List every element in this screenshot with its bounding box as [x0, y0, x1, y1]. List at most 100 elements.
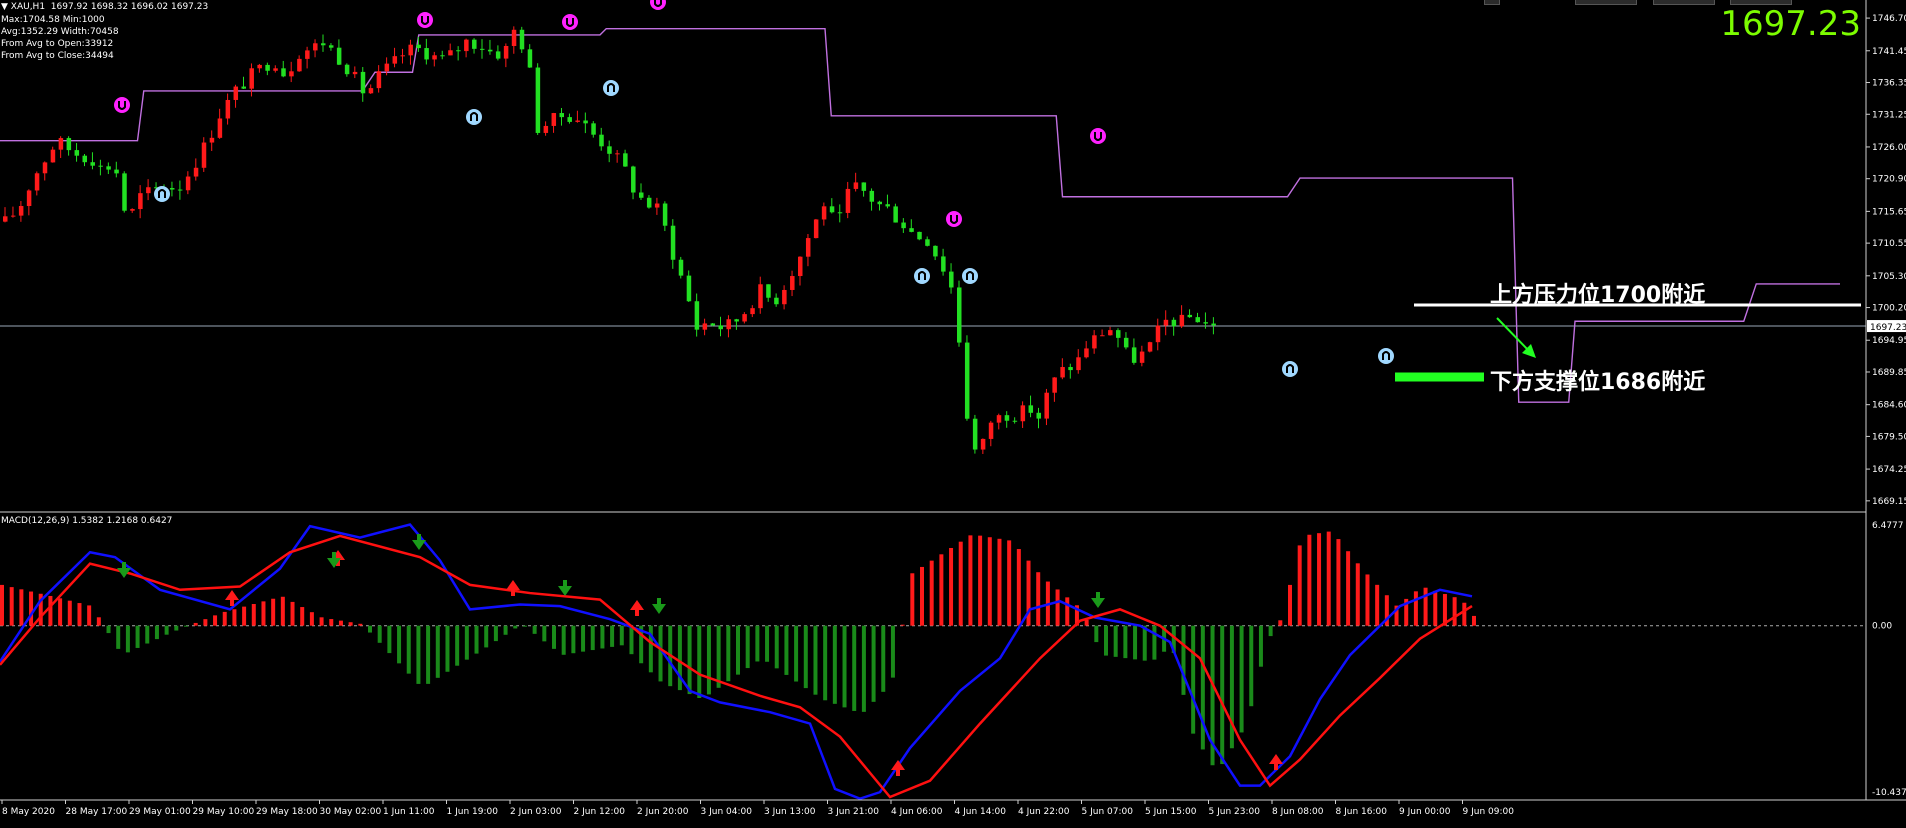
- macd-histogram-bar: [416, 625, 421, 684]
- macd-histogram-bar: [1297, 545, 1302, 626]
- time-tick-label: 29 May 01:00: [129, 807, 191, 817]
- candle-body: [941, 256, 946, 272]
- macd-histogram-bar: [1036, 572, 1041, 626]
- support-annotation: 下方支撑位1686附近: [1490, 370, 1706, 395]
- macd-histogram-bar: [716, 625, 721, 688]
- fractal-up-icon: [562, 14, 578, 30]
- toolbar-button[interactable]: [1575, 0, 1637, 5]
- candle-body: [328, 45, 334, 48]
- macd-histogram-bar: [987, 537, 992, 626]
- candle-body: [535, 67, 541, 133]
- time-tick-label: 9 Jun 09:00: [1463, 807, 1515, 817]
- macd-histogram-bar: [726, 625, 731, 682]
- macd-histogram-bar: [1016, 549, 1021, 626]
- candle-body: [758, 284, 763, 309]
- candle-body: [845, 188, 851, 213]
- macd-axis-label: 6.4777: [1872, 521, 1904, 531]
- macd-label: MACD(12,26,9) 1.5382 1.2168 0.6427: [1, 516, 173, 526]
- macd-histogram-bar: [1191, 625, 1196, 734]
- time-tick-label: 2 Jun 20:00: [637, 807, 689, 817]
- macd-histogram-bar: [1307, 534, 1312, 626]
- macd-histogram-bar: [309, 612, 314, 626]
- candle-body: [694, 301, 700, 330]
- fractal-down-icon: [1282, 361, 1298, 377]
- candle-body: [909, 228, 914, 232]
- candle-body: [66, 138, 72, 151]
- time-tick-label: 3 Jun 04:00: [701, 807, 753, 817]
- macd-histogram-bar: [823, 625, 828, 701]
- candle-body: [456, 50, 461, 52]
- candle-body: [18, 206, 24, 216]
- macd-histogram-bar: [1278, 620, 1283, 626]
- toolbar-handle[interactable]: [1484, 0, 1500, 5]
- macd-histogram-bar: [348, 622, 353, 626]
- candle-body: [297, 58, 302, 72]
- toolbar-button[interactable]: [1653, 0, 1715, 5]
- candle-body: [957, 287, 962, 343]
- fractal-down-icon: [962, 268, 978, 284]
- candle-body: [1123, 337, 1129, 348]
- candle-body: [837, 212, 843, 214]
- fractal-down-icon: [603, 80, 619, 96]
- price-tick-label: 1705.30: [1872, 272, 1906, 282]
- candle-body: [869, 190, 875, 202]
- candle-body: [217, 118, 223, 138]
- candle-body: [1139, 351, 1145, 363]
- candle-body: [591, 123, 596, 135]
- candle-body: [853, 182, 859, 189]
- time-tick-label: 8 Jun 16:00: [1336, 807, 1388, 817]
- candle-body: [225, 99, 231, 119]
- indicator-line: From Avg to Close:34494: [1, 51, 114, 61]
- candle-body: [305, 50, 310, 59]
- candle-body: [233, 86, 239, 100]
- macd-histogram-bar: [9, 587, 14, 626]
- macd-histogram-bar: [1365, 574, 1370, 626]
- candle-body: [623, 153, 628, 167]
- candle-body: [949, 271, 954, 288]
- candle-body: [790, 276, 795, 290]
- candle-body: [646, 197, 652, 208]
- macd-histogram-bar: [1336, 539, 1341, 626]
- fractal-up-icon: [417, 12, 433, 28]
- macd-histogram-bar: [1104, 625, 1108, 656]
- candle-body: [805, 238, 811, 257]
- macd-histogram-bar: [968, 535, 973, 626]
- macd-histogram-bar: [1326, 531, 1331, 626]
- fractal-down-icon: [914, 268, 930, 284]
- macd-histogram-bar: [193, 622, 198, 626]
- time-tick-label: 30 May 02:00: [320, 807, 382, 817]
- candle-body: [10, 215, 16, 217]
- macd-histogram-bar: [571, 625, 576, 654]
- macd-histogram-bar: [1423, 587, 1428, 626]
- candle-body: [480, 48, 485, 50]
- candle-body: [1179, 314, 1185, 327]
- macd-histogram-bar: [48, 595, 53, 626]
- candle-body: [201, 142, 207, 168]
- candle-body: [980, 438, 986, 450]
- sell-arrow-icon: [558, 580, 572, 596]
- indicator-line: From Avg to Open:33912: [1, 39, 114, 49]
- macd-histogram-bar: [1433, 590, 1438, 626]
- macd-histogram-bar: [600, 625, 605, 649]
- macd-histogram-bar: [164, 625, 169, 635]
- candle-body: [678, 259, 684, 276]
- candle-body: [996, 415, 1002, 423]
- candle-body: [1116, 330, 1121, 338]
- candle-body: [893, 206, 898, 223]
- candle-body: [734, 319, 739, 322]
- macd-histogram-bar: [1152, 625, 1157, 660]
- macd-histogram-bar: [503, 625, 508, 635]
- macd-histogram-bar: [610, 625, 615, 647]
- time-tick-label: 9 Jun 00:00: [1399, 807, 1451, 817]
- buy-arrow-icon: [630, 600, 644, 616]
- candle-body: [782, 289, 787, 305]
- price-tick-label: 1746.70: [1872, 14, 1906, 24]
- candle-body: [1092, 335, 1097, 349]
- candle-body: [106, 166, 111, 170]
- price-tick-label: 1715.65: [1872, 207, 1906, 217]
- candle-body: [742, 314, 747, 322]
- macd-histogram-bar: [493, 625, 498, 642]
- candle-body: [440, 55, 445, 57]
- macd-histogram-bar: [271, 598, 276, 626]
- macd-histogram-bar: [1094, 625, 1099, 643]
